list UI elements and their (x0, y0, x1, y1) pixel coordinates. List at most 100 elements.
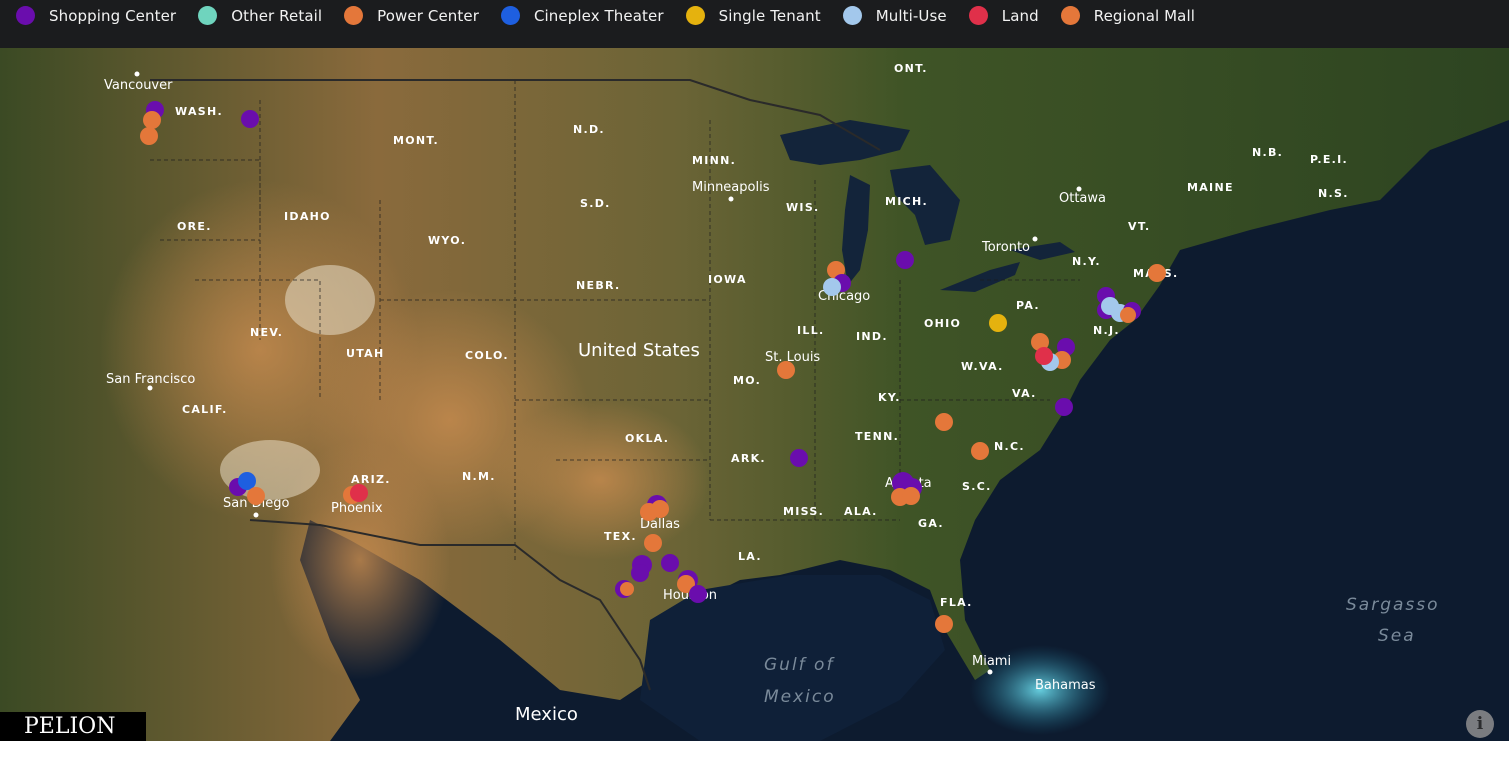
legend-label: Regional Mall (1093, 6, 1195, 25)
state-label: NEBR. (576, 279, 620, 292)
state-label: OKLA. (625, 432, 669, 445)
property-marker[interactable] (644, 534, 662, 552)
legend-swatch (685, 6, 705, 25)
state-label: WASH. (175, 105, 223, 118)
state-label: GA. (918, 517, 944, 530)
property-marker[interactable] (143, 111, 161, 129)
country-label: United States (578, 340, 700, 361)
state-label: ARIZ. (351, 473, 391, 486)
state-label: LA. (738, 550, 762, 563)
legend-label: Power Center (377, 6, 479, 25)
legend-swatch (842, 6, 862, 25)
state-label: UTAH (346, 347, 385, 360)
state-label: NEV. (250, 326, 283, 339)
legend-label: Other Retail (231, 6, 323, 25)
state-label: ORE. (177, 220, 212, 233)
state-label: ILL. (797, 324, 825, 337)
property-marker[interactable] (902, 487, 920, 505)
legend-swatch (198, 6, 218, 25)
property-marker[interactable] (989, 314, 1007, 332)
state-label: N.S. (1318, 187, 1349, 200)
legend-item-multi-use[interactable]: Multi-Use (842, 6, 947, 25)
state-label: IDAHO (284, 210, 331, 223)
legend-item-land[interactable]: Land (968, 6, 1039, 25)
legend-label: Single Tenant (718, 6, 821, 25)
state-label: ONT. (894, 62, 928, 75)
property-marker[interactable] (935, 615, 953, 633)
state-label: N.D. (573, 123, 605, 136)
map-legend: Shopping Center Other Retail Power Cente… (0, 0, 1509, 48)
legend-label: Land (1001, 6, 1039, 25)
city-label: Ottawa (1059, 191, 1106, 206)
property-marker[interactable] (823, 278, 841, 296)
state-label: VT. (1128, 220, 1150, 233)
map-canvas[interactable]: WASH. ORE. IDAHO MONT. WYO. N.D. S.D. NE… (0, 48, 1509, 741)
property-marker[interactable] (350, 484, 368, 502)
state-label: S.C. (962, 480, 992, 493)
state-label: MICH. (885, 195, 928, 208)
sea-label: Gulf of (764, 655, 835, 675)
property-marker[interactable] (777, 361, 795, 379)
city-label: St. Louis (765, 350, 820, 365)
legend-swatch (1060, 6, 1080, 25)
property-marker[interactable] (1120, 307, 1136, 323)
state-label: PA. (1016, 299, 1040, 312)
property-marker[interactable] (896, 251, 914, 269)
state-label: MAINE (1187, 181, 1234, 194)
legend-label: Multi-Use (875, 6, 947, 25)
pelion-logo: PELION (0, 712, 146, 741)
property-marker[interactable] (651, 500, 669, 518)
state-label: MO. (733, 374, 761, 387)
legend-item-regional-mall[interactable]: Regional Mall (1060, 6, 1195, 25)
legend-item-shopping-center[interactable]: Shopping Center (16, 6, 176, 25)
sea-label: Sargasso (1346, 595, 1440, 615)
property-marker[interactable] (140, 127, 158, 145)
state-label: IND. (856, 330, 888, 343)
state-label: ALA. (844, 505, 878, 518)
state-label: W.VA. (961, 360, 1004, 373)
state-label: WIS. (786, 201, 820, 214)
property-marker[interactable] (971, 442, 989, 460)
city-label: Bahamas (1035, 678, 1096, 693)
state-label: KY. (878, 391, 901, 404)
property-marker[interactable] (661, 554, 679, 572)
info-icon[interactable]: i (1466, 710, 1494, 738)
city-label: Vancouver (104, 78, 173, 93)
legend-item-single-tenant[interactable]: Single Tenant (685, 6, 821, 25)
state-label: N.Y. (1072, 255, 1101, 268)
property-marker[interactable] (935, 413, 953, 431)
state-label: IOWA (708, 273, 747, 286)
property-marker[interactable] (620, 582, 634, 596)
legend-item-cineplex-theater[interactable]: Cineplex Theater (500, 6, 664, 25)
legend-swatch (500, 6, 520, 25)
state-label: WYO. (428, 234, 466, 247)
state-label: VA. (1012, 387, 1037, 400)
legend-item-other-retail[interactable]: Other Retail (198, 6, 322, 25)
property-marker[interactable] (1035, 347, 1053, 365)
property-marker[interactable] (241, 110, 259, 128)
state-label: ARK. (731, 452, 766, 465)
legend-swatch (16, 6, 35, 25)
city-label: Phoenix (331, 501, 383, 516)
sea-label: Sea (1378, 626, 1416, 646)
country-label: Mexico (515, 704, 578, 725)
state-label: COLO. (465, 349, 509, 362)
property-marker[interactable] (1148, 264, 1166, 282)
property-marker[interactable] (631, 564, 649, 582)
property-marker[interactable] (790, 449, 808, 467)
state-label: N.M. (462, 470, 496, 483)
city-label: Toronto (981, 240, 1030, 255)
property-marker[interactable] (1055, 398, 1073, 416)
property-marker[interactable] (238, 472, 256, 490)
state-label: TENN. (855, 430, 899, 443)
legend-item-power-center[interactable]: Power Center (344, 6, 479, 25)
state-label: CALIF. (182, 403, 228, 416)
desert-area (490, 400, 710, 560)
property-marker[interactable] (247, 487, 265, 505)
property-marker[interactable] (689, 585, 707, 603)
state-label: FLA. (940, 596, 973, 609)
state-label: S.D. (580, 197, 611, 210)
state-label: MISS. (783, 505, 824, 518)
map-svg[interactable]: WASH. ORE. IDAHO MONT. WYO. N.D. S.D. NE… (0, 48, 1509, 741)
state-label: OHIO (924, 317, 961, 330)
